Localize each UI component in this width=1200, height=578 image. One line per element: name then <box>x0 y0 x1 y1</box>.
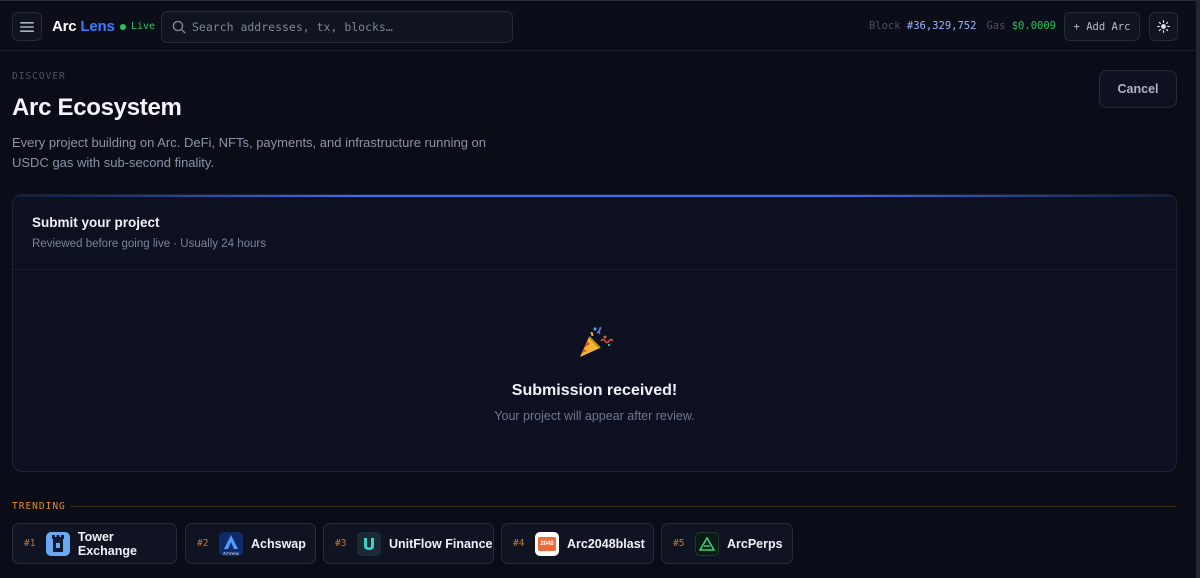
achswap-logo-text: Achswap <box>223 551 240 555</box>
trending-rank: #3 <box>335 538 347 549</box>
trending-name: UnitFlow Finance <box>389 536 493 551</box>
success-title: Submission received! <box>511 382 678 399</box>
trending-name: ArcPerps <box>727 536 783 551</box>
live-indicator: Live <box>120 21 155 32</box>
search-icon <box>172 20 186 39</box>
card-divider <box>13 269 1176 270</box>
section-eyebrow: DISCOVER <box>12 71 66 82</box>
sun-icon <box>1157 20 1170 33</box>
gas-stat: Gas $0.0009 <box>986 20 1056 32</box>
submit-project-card: Submit your project Reviewed before goin… <box>12 194 1177 472</box>
card-title: Submit your project <box>32 215 160 230</box>
trending-item-unitflow-finance[interactable]: #3 UnitFlow Finance <box>323 523 494 564</box>
party-popper-icon <box>580 326 614 357</box>
menu-icon <box>20 21 34 32</box>
trending-name: Arc2048blast <box>567 536 645 551</box>
trending-divider <box>71 506 1177 507</box>
success-message: Your project will appear after review. <box>494 409 695 423</box>
trending-rank: #1 <box>24 538 36 549</box>
theme-toggle-button[interactable] <box>1149 12 1178 41</box>
block-stat: Block #36,329,752 <box>869 20 976 32</box>
search-bar <box>161 11 513 43</box>
trending-rank: #5 <box>673 538 685 549</box>
achswap-logo: Achswap <box>219 531 243 556</box>
menu-button[interactable] <box>12 12 42 41</box>
arc2048blast-logo-text: 2048 <box>538 536 556 551</box>
card-accent-bar <box>13 195 1176 197</box>
gas-label: Gas <box>986 20 1006 32</box>
scrollbar[interactable] <box>1196 0 1200 578</box>
trending-rank: #4 <box>513 538 525 549</box>
arc2048blast-logo: 2048 <box>535 531 559 556</box>
page-description: Every project building on Arc. DeFi, NFT… <box>12 135 486 170</box>
trending-rank: #2 <box>197 538 209 549</box>
trending-item-arc2048blast[interactable]: #4 2048 Arc2048blast <box>501 523 654 564</box>
top-navbar: ArcLens Live Block #36,329,752 Gas $0.00… <box>0 0 1200 51</box>
trending-item-tower-exchange[interactable]: #1 Tower Exchange <box>12 523 177 564</box>
brand-logo[interactable]: Arc Lens <box>52 18 115 35</box>
arcperps-logo <box>695 531 719 556</box>
search-input[interactable] <box>192 13 507 41</box>
tower-exchange-logo <box>45 531 70 556</box>
trending-name: Tower Exchange <box>77 529 137 558</box>
unitflow-logo <box>357 531 381 556</box>
block-label: Block <box>868 20 901 32</box>
page-title: Arc Ecosystem <box>12 94 182 121</box>
trending-label: TRENDING <box>12 501 66 512</box>
card-subtitle: Reviewed before going live · Usually 24 … <box>32 238 266 250</box>
block-number: #36,329,752 <box>906 20 977 32</box>
trending-item-achswap[interactable]: #2 Achswap Achswap <box>185 523 316 564</box>
live-dot-icon <box>120 23 126 30</box>
brand-word-lens: Lens <box>80 18 115 35</box>
cancel-button[interactable]: Cancel <box>1099 70 1177 108</box>
add-arc-button[interactable]: + Add Arc <box>1064 12 1140 41</box>
trending-item-arcperps[interactable]: #5 ArcPerps <box>661 523 793 564</box>
chain-stats: Block #36,329,752 Gas $0.0009 <box>869 20 1056 32</box>
live-label: Live <box>131 21 156 32</box>
trending-name: Achswap <box>251 536 306 551</box>
gas-price: $0.0009 <box>1011 20 1056 32</box>
brand-word-arc: Arc <box>52 18 77 35</box>
